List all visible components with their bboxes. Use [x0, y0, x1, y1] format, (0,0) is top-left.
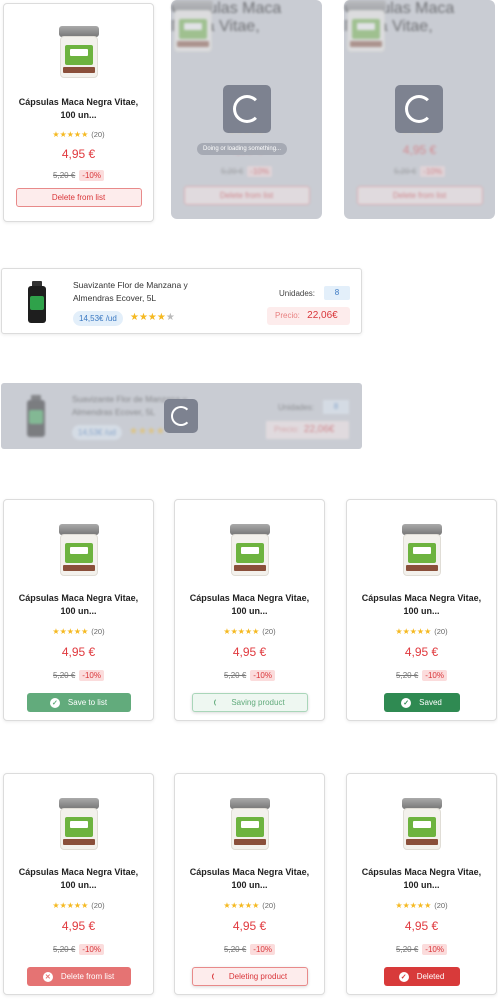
- rating: ★★★★★ (20): [395, 901, 448, 910]
- spinner-icon: [405, 95, 433, 123]
- loading-message: Doing or loading something...: [197, 143, 288, 155]
- product-title[interactable]: Cápsulas Maca Negra Vitae, 100 un...: [10, 592, 147, 618]
- product-card-saving[interactable]: Cápsulas Maca Negra Vitae, 100 un... ★★★★…: [174, 499, 325, 721]
- product-title[interactable]: Cápsulas Maca Negra Vitae, 100 un...: [181, 866, 318, 892]
- spinner-icon: [233, 95, 261, 123]
- price-value: 22,06€: [307, 310, 338, 321]
- discount-badge: -10%: [250, 944, 275, 955]
- rating: ★★★★★ (20): [395, 627, 448, 636]
- discount-badge: -10%: [79, 944, 104, 955]
- product-price: 4,95 €: [61, 645, 96, 659]
- product-card-delete[interactable]: Cápsulas Maca Negra Vitae, 100 un... ★★★★…: [3, 773, 154, 995]
- loading-card-1: Cápsulas Maca Negra Vitae, ★★★★★ 4,95 € …: [171, 0, 322, 219]
- product-price: 4,95 €: [232, 919, 267, 933]
- units-label: Unidades:: [279, 289, 316, 298]
- close-icon: ✕: [42, 971, 53, 982]
- product-card-1[interactable]: Cápsulas Maca Negra Vitae, 100 un... ★★★★…: [3, 3, 154, 222]
- rating: ★★★★★ (20): [223, 627, 276, 636]
- product-card-deleted[interactable]: Cápsulas Maca Negra Vitae, 100 un... ★★★★…: [346, 773, 497, 995]
- product-image: [57, 524, 101, 576]
- product-image: [228, 524, 272, 576]
- deleted-button[interactable]: ✓ Deleted: [383, 967, 460, 986]
- discount-badge: -10%: [79, 670, 104, 681]
- units-input[interactable]: 8: [324, 286, 350, 300]
- delete-from-list-button[interactable]: Delete from list: [15, 188, 142, 207]
- discount-badge: -10%: [422, 944, 447, 955]
- list-item-row[interactable]: Suavizante Flor de Manzana y Almendras Ec…: [1, 268, 362, 334]
- check-icon: ✓: [49, 697, 60, 708]
- saving-product-button[interactable]: Saving product: [191, 693, 308, 712]
- old-price-row: 5,20 € -10%: [4, 670, 153, 681]
- product-price: 4,95 €: [404, 919, 439, 933]
- old-price-row: 5,20 € -10%: [4, 170, 153, 181]
- saved-button[interactable]: ✓ Saved: [383, 693, 460, 712]
- product-image: [26, 281, 48, 323]
- product-title[interactable]: Cápsulas Maca Negra Vitae, 100 un...: [353, 866, 490, 892]
- price-box: Precio: 22,06€: [267, 307, 350, 325]
- product-card-deleting[interactable]: Cápsulas Maca Negra Vitae, 100 un... ★★★★…: [174, 773, 325, 995]
- rating: ★★★★★ (20): [52, 627, 105, 636]
- spinner-box: [164, 399, 198, 433]
- rating: ★★★★★ (20): [223, 901, 276, 910]
- save-to-list-button[interactable]: ✓ Save to list: [26, 693, 131, 712]
- list-item-name[interactable]: Suavizante Flor de Manzana y Almendras Ec…: [73, 279, 188, 305]
- old-price-row: 5,20 € -10%: [347, 670, 496, 681]
- product-image: [400, 524, 444, 576]
- rating: ★★★★★ (20): [52, 901, 105, 910]
- spinner-icon: [211, 972, 221, 981]
- spinner-icon: [214, 698, 223, 707]
- product-price: 4,95 €: [61, 919, 96, 933]
- product-card-saved[interactable]: Cápsulas Maca Negra Vitae, 100 un... ★★★★…: [346, 499, 497, 721]
- rating: ★★★★★ (20): [52, 130, 105, 139]
- product-title[interactable]: Cápsulas Maca Negra Vitae, 100 un...: [10, 866, 147, 892]
- spinner-icon: [171, 406, 191, 426]
- check-icon: ✓: [398, 971, 409, 982]
- spinner-box: [395, 85, 443, 133]
- deleting-product-button[interactable]: Deleting product: [191, 967, 308, 986]
- product-image: [57, 26, 101, 78]
- product-title[interactable]: Cápsulas Maca Negra Vitae, 100 un...: [353, 592, 490, 618]
- loading-card-2: Cápsulas Maca Negra Vitae, ★★★★★ 4,95 € …: [344, 0, 495, 219]
- product-price: 4,95 €: [232, 645, 267, 659]
- old-price-row: 5,20 € -10%: [175, 944, 324, 955]
- product-title[interactable]: Cápsulas Maca Negra Vitae, 100 un...: [10, 96, 147, 122]
- discount-badge: -10%: [250, 670, 275, 681]
- old-price-row: 5,20 € -10%: [4, 944, 153, 955]
- product-price: 4,95 €: [61, 147, 96, 161]
- product-card-save[interactable]: Cápsulas Maca Negra Vitae, 100 un... ★★★★…: [3, 499, 154, 721]
- discount-badge: -10%: [422, 670, 447, 681]
- rating: ★★★★★: [130, 312, 175, 323]
- delete-from-list-button[interactable]: ✕ Delete from list: [26, 967, 131, 986]
- unit-price-badge: 14,53€ /ud: [73, 311, 123, 326]
- product-title[interactable]: Cápsulas Maca Negra Vitae, 100 un...: [181, 592, 318, 618]
- spinner-box: [223, 85, 271, 133]
- product-image: [228, 798, 272, 850]
- discount-badge: -10%: [79, 170, 104, 181]
- check-icon: ✓: [401, 697, 412, 708]
- old-price-row: 5,20 € -10%: [347, 944, 496, 955]
- product-image: [57, 798, 101, 850]
- old-price-row: 5,20 € -10%: [175, 670, 324, 681]
- product-image: [400, 798, 444, 850]
- loading-list-item: Suavizante Flor de Manzana y Almendras Ec…: [1, 383, 362, 449]
- price-label: Precio:: [275, 311, 300, 320]
- product-price: 4,95 €: [404, 645, 439, 659]
